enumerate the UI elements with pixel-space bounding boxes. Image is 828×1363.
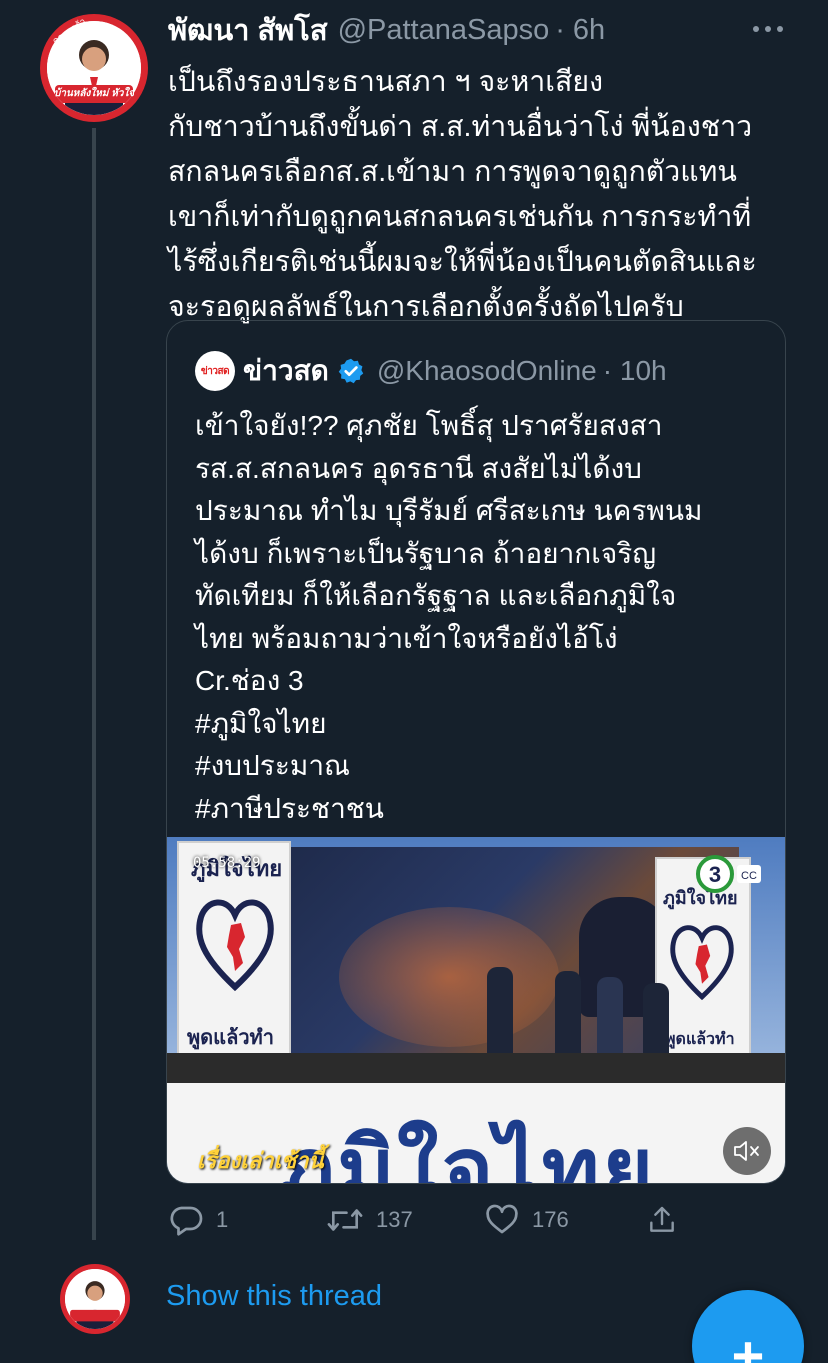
program-watermark: เรื่องเล่าเช้านี้ <box>197 1148 324 1173</box>
quoted-text-line: เข้าใจยัง!?? ศุภชัย โพธิ์สุ ปราศรัยสงสา <box>195 410 663 441</box>
quoted-tweet-text: เข้าใจยัง!?? ศุภชัย โพธิ์สุ ปราศรัยสงสา … <box>195 405 765 830</box>
quoted-tweet-time[interactable]: · 10h <box>603 355 667 387</box>
thread-author-avatar-photo <box>65 1269 125 1329</box>
party-banner-left: ภูมิใจไทย พูดแล้วทำ <box>177 841 291 1057</box>
compose-tweet-button[interactable]: + <box>692 1290 804 1363</box>
author-handle[interactable]: @PattanaSapso <box>338 14 550 47</box>
svg-text:CC: CC <box>741 870 757 882</box>
quoted-text-line: ไทย พร้อมถามว่าเข้าใจหรือยังไอ้โง่ <box>195 622 618 654</box>
quoted-text-line: รส.ส.สกลนคร อุดรธานี สงสัยไม่ได้งบ <box>195 452 642 484</box>
video-front-banner-text: ภูมิใจไทย <box>277 1120 656 1184</box>
like-count: 176 <box>532 1207 569 1232</box>
retweet-icon <box>327 1209 363 1231</box>
video-timestamp-overlay: 05:58:29 <box>193 855 261 871</box>
party-banner-left-slogan: พูดแล้วทำ <box>187 1027 274 1049</box>
video-stage-people <box>487 957 687 1067</box>
quoted-text-line: ประมาณ ทำไม บุรีรัมย์ ศรีสะเกษ นครพนม <box>195 495 703 526</box>
author-name[interactable]: พัฒนา สัพโส <box>168 7 328 53</box>
thread-line <box>92 128 96 1240</box>
quoted-text-line: Cr.ช่อง 3 <box>195 665 304 696</box>
tweet-header: พัฒนา สัพโส @PattanaSapso · 6h <box>168 10 605 50</box>
more-options-icon[interactable] <box>748 14 788 44</box>
reply-count: 1 <box>216 1207 229 1232</box>
show-thread-link[interactable]: Show this thread <box>166 1280 382 1313</box>
hashtag-link[interactable]: #ภาษีประชาชน <box>195 788 765 831</box>
channel-3-logo-number: 3 <box>709 862 721 887</box>
quoted-avatar-logo-text: ข่าวสด <box>200 365 230 377</box>
hashtag-link[interactable]: #งบประมาณ <box>195 745 765 788</box>
retweet-count: 137 <box>376 1207 413 1232</box>
tweet-text-line: สกลนครเลือกส.ส.เข้ามา การพูดจาดูถูกตัวแท… <box>168 156 737 188</box>
video-player[interactable]: ภูมิใจไทย พูดแล้วทำ ภูมิใจไทย พูดแล้วทำ <box>167 837 785 1184</box>
video-stage-platform <box>167 1053 785 1083</box>
heart-icon <box>486 1204 518 1234</box>
party-heart-logo-icon <box>196 899 274 992</box>
tweet-text: เป็นถึงรองประธานสภา ฯ จะหาเสียง กับชาวบ้… <box>168 60 798 330</box>
reply-icon <box>170 1206 203 1236</box>
quoted-tweet-card[interactable]: ข่าวสด ข่าวสด @KhaosodOnline · 10h เข้าใ… <box>166 320 786 1184</box>
video-person <box>487 967 513 1067</box>
speaker-muted-icon <box>734 1141 759 1161</box>
mute-button[interactable] <box>723 1127 771 1175</box>
tweet-text-line: ไร้ซึ่งเกียรติเช่นนี้ผมจะให้พี่น้องเป็นค… <box>168 246 757 278</box>
thread-author-avatar[interactable] <box>60 1264 130 1334</box>
channel-3-logo-icon: 3 CC <box>695 853 765 895</box>
author-avatar[interactable]: บ้านหลังใหม่ หัวใจเดิม ครอบครัว <box>40 14 148 122</box>
tweet-text-line: กับชาวบ้านถึงขั้นด่า ส.ส.ท่านอื่นว่าโง่ … <box>168 111 753 143</box>
retweet-button[interactable]: 137 <box>326 1200 413 1240</box>
quoted-tweet-header: ข่าวสด ข่าวสด @KhaosodOnline · 10h <box>195 351 667 391</box>
tweet-text-line: เป็นถึงรองประธานสภา ฯ จะหาเสียง <box>168 66 603 98</box>
share-button[interactable] <box>646 1200 678 1240</box>
tweet-time[interactable]: · 6h <box>555 14 605 47</box>
plus-icon: + <box>731 1324 765 1363</box>
quoted-author-avatar[interactable]: ข่าวสด <box>195 351 235 391</box>
quoted-text-line: ได้งบ ก็เพราะเป็นรัฐบาล ถ้าอยากเจริญ <box>195 537 657 569</box>
reply-button[interactable]: 1 <box>168 1200 228 1240</box>
hashtag-link[interactable]: #ภูมิใจไทย <box>195 703 765 746</box>
tweet-page: บ้านหลังใหม่ หัวใจเดิม ครอบครัว พัฒนา สั… <box>0 0 828 1363</box>
quoted-author-handle[interactable]: @KhaosodOnline <box>377 355 597 387</box>
like-button[interactable]: 176 <box>484 1200 569 1240</box>
tweet-actions: 1 137 176 <box>168 1200 688 1240</box>
share-icon <box>650 1206 674 1232</box>
verified-badge-icon <box>337 357 365 385</box>
quoted-author-name[interactable]: ข่าวสด <box>243 349 329 393</box>
quoted-text-line: ทัดเทียม ก็ให้เลือกรัฐฐาล และเลือกภูมิใจ <box>195 580 677 611</box>
author-avatar-caption: บ้านหลังใหม่ หัวใจเดิม <box>54 88 134 99</box>
tweet-text-line: เขาก็เท่ากับดูถูกคนสกลนครเช่นกัน การกระท… <box>168 201 752 233</box>
